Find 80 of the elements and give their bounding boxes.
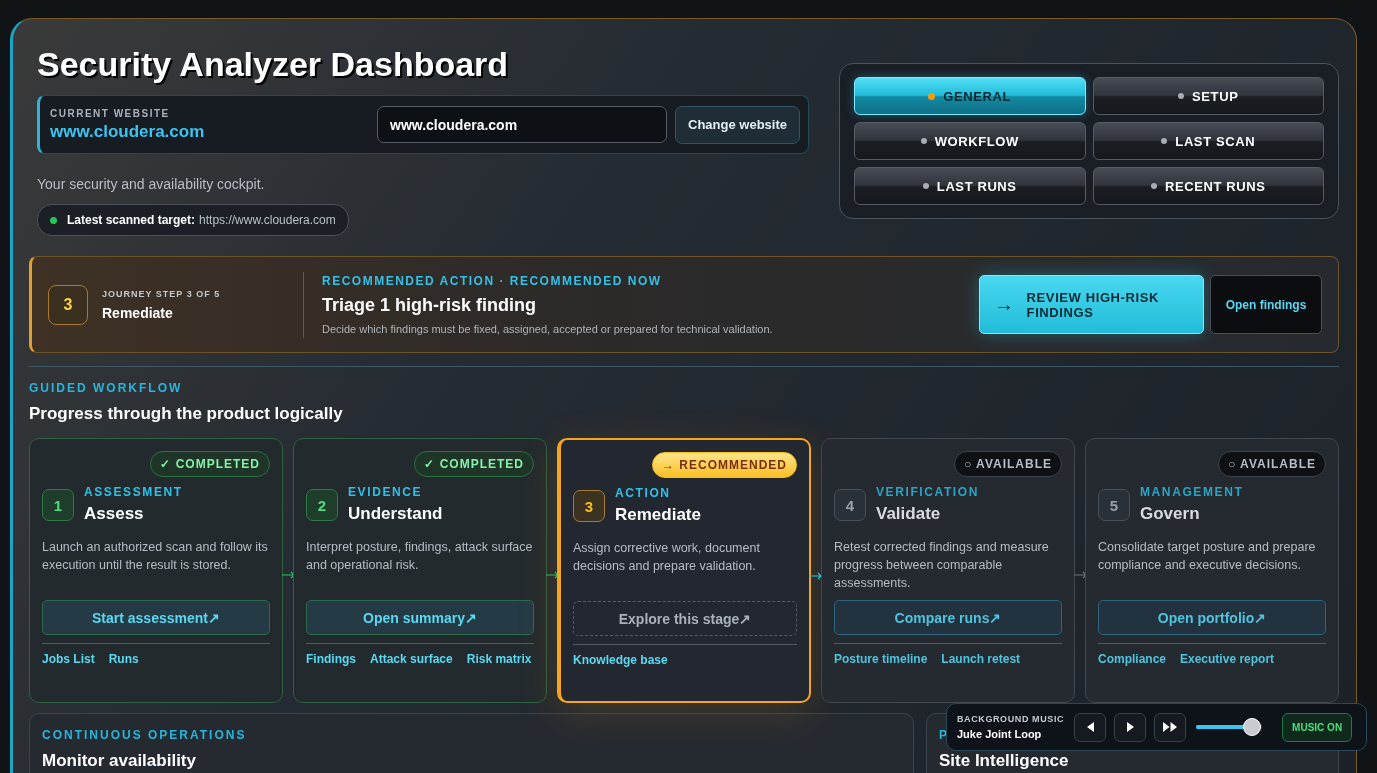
nav-tab[interactable]: GENERAL: [854, 77, 1086, 115]
step-number: 3: [48, 284, 88, 325]
step-title: Govern: [1140, 504, 1201, 524]
section-heading: Progress through the product logically: [29, 404, 344, 424]
step-link[interactable]: Launch retest: [941, 652, 1021, 666]
page-title: Security Analyzer Dashboard: [37, 45, 510, 83]
step-link[interactable]: Compliance: [1098, 652, 1166, 666]
step-description: Assign corrective work, document decisions and prepare validation.: [573, 540, 761, 575]
connector-arrow: [1074, 571, 1088, 579]
fast-forward-button[interactable]: [1154, 712, 1187, 742]
step-description: Retest corrected findings and measure progress between comparable assessments.: [834, 539, 1050, 592]
step-link[interactable]: Knowledge base: [573, 653, 668, 667]
step-description: Consolidate target posture and prepare compliance and executive decisions.: [1098, 539, 1317, 574]
status-badge: ○ AVAILABLE: [1217, 451, 1326, 477]
step-title: Assess: [84, 504, 145, 524]
step-name: Remediate: [102, 304, 174, 321]
nav-tab[interactable]: LAST SCAN: [1092, 122, 1324, 160]
panel-heading: Monitor availability: [42, 751, 196, 771]
step-description: Interpret posture, findings, attack surface and operational risk.: [306, 539, 534, 574]
step-number: 2: [306, 489, 338, 521]
connector-arrow: [282, 571, 296, 579]
step-link[interactable]: Runs: [108, 652, 139, 666]
step-link[interactable]: Executive report: [1180, 652, 1275, 666]
current-website-value: www.cloudera.com: [50, 121, 206, 142]
step-link[interactable]: Findings: [306, 652, 356, 666]
step-link[interactable]: Jobs List: [42, 652, 95, 666]
latest-target-label: Latest scanned target:: [67, 213, 196, 227]
fast-forward-icon: [1162, 721, 1179, 733]
step-category: VERIFICATION: [876, 485, 979, 499]
music-label: BACKGROUND MUSIC: [957, 714, 1065, 724]
open-findings-button[interactable]: Open findings: [1210, 275, 1322, 334]
step-caption: JOURNEY STEP 3 OF 5: [102, 288, 221, 299]
panel-heading: Site Intelligence: [939, 751, 1069, 771]
current-website-label: CURRENT WEBSITE: [50, 107, 171, 119]
connector-arrow: [809, 572, 823, 580]
nav-tab[interactable]: SETUP: [1092, 77, 1324, 115]
step-action-button[interactable]: Open portfolio↗: [1098, 600, 1326, 635]
nav-tab[interactable]: WORKFLOW: [854, 122, 1086, 160]
step-action-button[interactable]: Compare runs↗: [834, 600, 1062, 635]
step-number: 3: [573, 490, 605, 522]
nav-tab[interactable]: LAST RUNS: [854, 167, 1086, 205]
step-category: MANAGEMENT: [1140, 485, 1244, 499]
nav-tab[interactable]: RECENT RUNS: [1092, 167, 1324, 205]
connector-arrow: [546, 571, 560, 579]
step-action-button[interactable]: Start assessment↗: [42, 600, 270, 635]
recommended-action-label: RECOMMENDED ACTION · RECOMMENDED NOW: [322, 274, 663, 288]
play-icon: [1125, 721, 1136, 733]
previous-button[interactable]: [1074, 712, 1107, 742]
step-description: Launch an authorized scan and follow its execution until the result is stored.: [42, 539, 269, 574]
panel-label: CONTINUOUS OPERATIONS: [42, 728, 247, 742]
step-title: Remediate: [615, 505, 701, 525]
status-badge: ✓ COMPLETED: [414, 451, 534, 477]
step-number: 4: [834, 489, 866, 521]
step-category: ACTION: [615, 486, 672, 500]
action-description: Decide which findings must be fixed, assigned, accepted or prepared for technical validation.: [322, 323, 774, 335]
section-label: GUIDED WORKFLOW: [29, 381, 184, 395]
previous-icon: [1085, 721, 1096, 733]
step-title: Validate: [876, 504, 942, 524]
status-badge: ○ AVAILABLE: [953, 451, 1062, 477]
volume-thumb[interactable]: [1243, 718, 1262, 736]
step-number: 5: [1098, 489, 1130, 521]
step-action-button[interactable]: Explore this stage↗: [573, 601, 797, 636]
step-title: Understand: [348, 504, 443, 524]
step-link[interactable]: Attack surface: [370, 652, 453, 666]
website-input-field[interactable]: www.cloudera.com: [377, 106, 668, 143]
change-website-button[interactable]: Change website: [675, 105, 800, 144]
step-action-button[interactable]: Open summary↗: [306, 600, 534, 635]
status-badge: ✓ COMPLETED: [150, 451, 270, 477]
latest-target-url: https://www.cloudera.com: [199, 213, 336, 227]
track-name: Juke Joint Loop: [957, 728, 1043, 740]
action-title: Triage 1 high-risk finding: [322, 295, 538, 316]
play-button[interactable]: [1114, 712, 1147, 742]
music-toggle[interactable]: MUSIC ON: [1282, 712, 1353, 742]
step-category: EVIDENCE: [348, 485, 424, 499]
step-category: ASSESSMENT: [84, 485, 183, 499]
step-link[interactable]: Posture timeline: [834, 652, 928, 666]
step-number: 1: [42, 489, 74, 521]
status-badge: → RECOMMENDED: [652, 452, 797, 478]
tagline: Your security and availability cockpit.: [37, 176, 266, 192]
step-link[interactable]: Risk matrix: [466, 652, 532, 666]
